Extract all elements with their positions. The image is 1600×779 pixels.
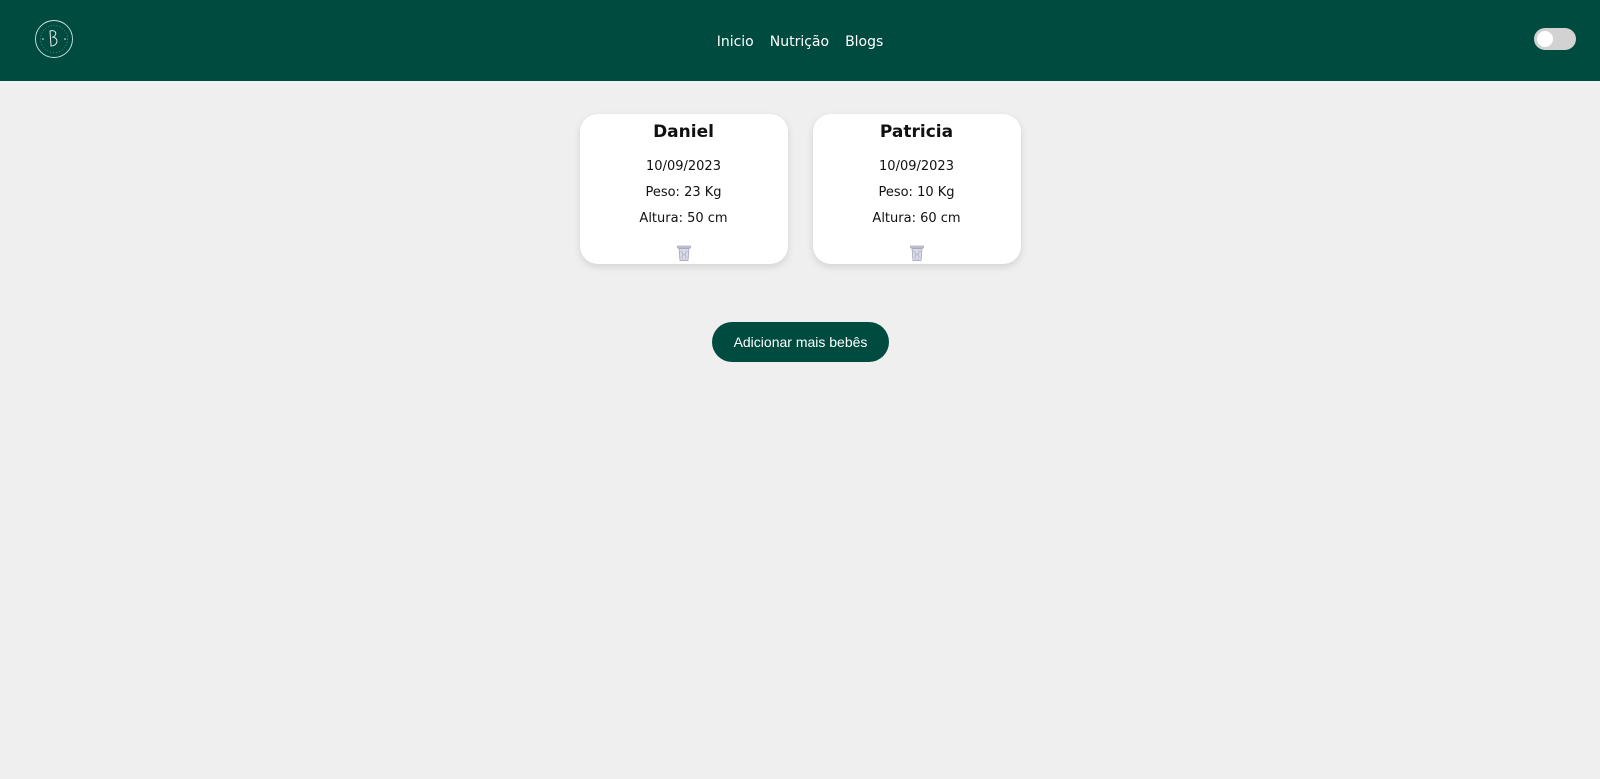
main-nav: Inicio Nutrição Blogs xyxy=(0,0,1600,81)
navbar: Inicio Nutrição Blogs xyxy=(0,0,1600,81)
add-baby-button[interactable]: Adicionar mais bebês xyxy=(712,322,889,362)
baby-name: Patricia xyxy=(879,122,954,142)
trash-icon[interactable] xyxy=(908,244,926,262)
baby-date: 10/09/2023 xyxy=(646,159,721,174)
baby-card: Patricia 10/09/2023 Peso: 10 Kg Altura: … xyxy=(812,114,1021,264)
trash-icon[interactable] xyxy=(675,244,693,262)
baby-card: Daniel 10/09/2023 Peso: 23 Kg Altura: 50… xyxy=(579,114,788,264)
baby-date: 10/09/2023 xyxy=(879,159,954,174)
toggle-knob xyxy=(1537,31,1553,47)
baby-height: Altura: 60 cm xyxy=(872,211,961,226)
baby-weight: Peso: 10 Kg xyxy=(878,185,955,200)
nav-link-inicio[interactable]: Inicio xyxy=(717,32,754,50)
baby-name: Daniel xyxy=(653,122,714,142)
nav-link-blogs[interactable]: Blogs xyxy=(845,32,883,50)
baby-height: Altura: 50 cm xyxy=(639,211,728,226)
baby-cards: Daniel 10/09/2023 Peso: 23 Kg Altura: 50… xyxy=(0,114,1600,264)
nav-link-nutricao[interactable]: Nutrição xyxy=(770,32,829,50)
theme-toggle[interactable] xyxy=(1534,28,1576,50)
baby-weight: Peso: 23 Kg xyxy=(645,185,722,200)
